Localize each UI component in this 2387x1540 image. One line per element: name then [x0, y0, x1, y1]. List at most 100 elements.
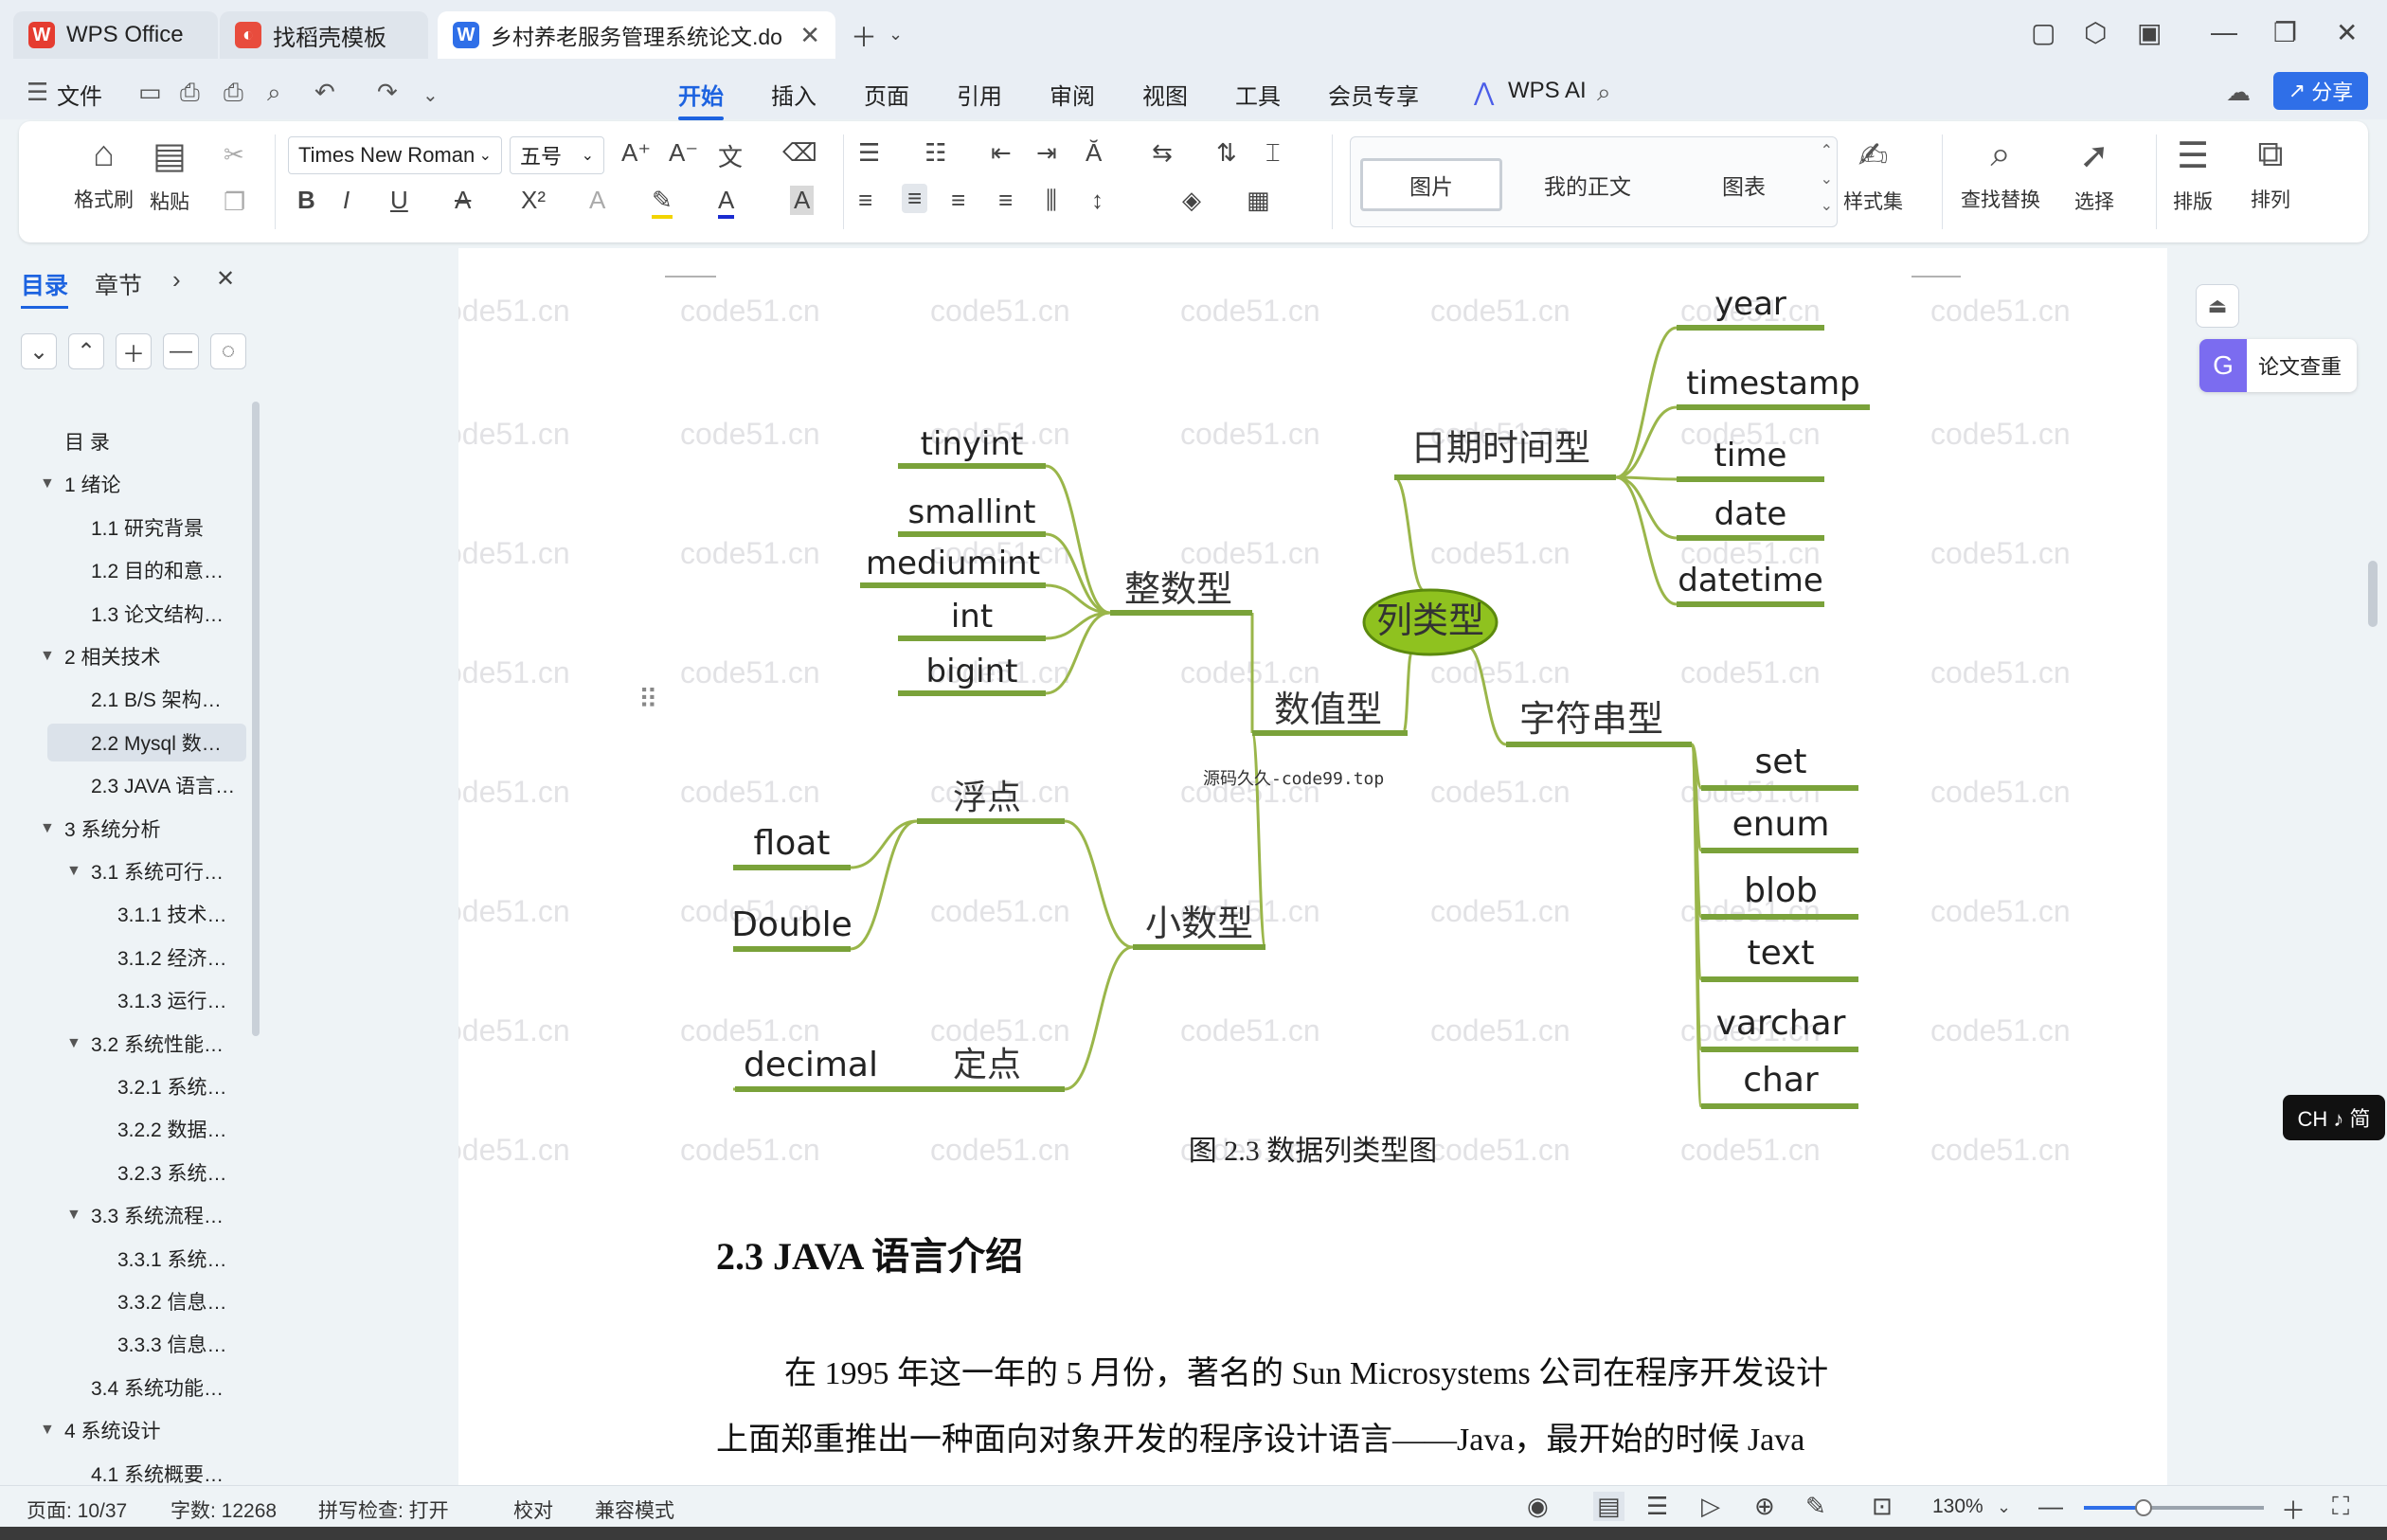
char-shading-icon[interactable]: A — [790, 186, 815, 215]
decrease-indent-icon[interactable]: ⇤ — [991, 138, 1012, 168]
italic-icon[interactable]: I — [343, 186, 350, 215]
save-icon[interactable]: ▭ — [138, 78, 162, 107]
zoom-level[interactable]: 130% — [1932, 1495, 1983, 1518]
menu-member[interactable]: 会员专享 — [1328, 78, 1419, 111]
toc-item[interactable]: 3.3 系统流程… — [91, 1196, 224, 1234]
expand-up-button[interactable]: ⌃ — [68, 333, 104, 369]
eraser-icon[interactable]: ⌫ — [782, 138, 817, 168]
expand-arrow-icon[interactable]: ▼ — [66, 1035, 81, 1052]
outline-view-icon[interactable]: ☰ — [1646, 1492, 1668, 1521]
find-replace-button[interactable]: ⌕ 查找替换 — [1961, 134, 2040, 213]
toc-item[interactable]: 3.2.1 系统… — [117, 1067, 227, 1105]
border-icon[interactable]: ▦ — [1247, 186, 1270, 215]
export-icon[interactable]: ⎙ — [180, 78, 200, 108]
fit-page-icon[interactable]: ⊡ — [1872, 1492, 1893, 1521]
numbered-list-icon[interactable]: ☷ — [924, 138, 946, 168]
toc-item[interactable]: 2.3 JAVA 语言… — [91, 766, 235, 804]
page-indicator[interactable]: 页面: 10/37 — [27, 1495, 127, 1524]
style-my-body[interactable]: 我的正文 — [1517, 158, 1659, 211]
expand-arrow-icon[interactable]: ▼ — [40, 648, 55, 665]
toc-item[interactable]: 1 绪论 — [64, 465, 121, 503]
grow-font-icon[interactable]: A⁺ — [621, 138, 651, 168]
toc-item[interactable]: 3.2 系统性能… — [91, 1025, 224, 1063]
copy-icon[interactable]: ❐ — [224, 188, 245, 217]
strikethrough-icon[interactable]: A — [455, 186, 471, 215]
toc-item[interactable]: 3.1.1 技术… — [117, 895, 227, 933]
spell-check[interactable]: 拼写检查: 打开 — [318, 1495, 449, 1524]
arrange-button[interactable]: ⧉ 排列 — [2251, 134, 2290, 213]
paper-check-button[interactable]: G 论文查重 — [2199, 339, 2357, 392]
tab-docer[interactable]: ◐ 找稻壳模板 — [220, 11, 428, 59]
zoom-slider[interactable] — [2084, 1499, 2264, 1516]
undo-icon[interactable]: ↶ — [314, 78, 335, 107]
bold-icon[interactable]: B — [297, 186, 315, 215]
toc-item[interactable]: 2.1 B/S 架构… — [91, 680, 222, 718]
scroll-down-icon[interactable]: ⌄ — [1821, 170, 1833, 188]
scrollbar[interactable] — [252, 402, 260, 1036]
menu-review[interactable]: 审阅 — [1050, 78, 1095, 111]
hamburger-icon[interactable]: ☰ — [27, 78, 48, 107]
proofread[interactable]: 校对 — [513, 1495, 553, 1524]
toc-item[interactable]: 3.2.2 数据… — [117, 1110, 227, 1148]
window-close-icon[interactable]: ✕ — [2336, 17, 2358, 48]
bullet-list-icon[interactable]: ☰ — [858, 138, 880, 168]
align-left-icon[interactable]: ≡ — [858, 186, 872, 215]
vertical-scrollbar[interactable] — [2364, 248, 2387, 1485]
phonetic-icon[interactable]: 文 — [718, 138, 743, 173]
toc-item[interactable]: 1.3 论文结构… — [91, 595, 224, 633]
window-layout-icon[interactable]: ▢ — [2031, 17, 2055, 48]
collapse-panel-button[interactable]: ⏏ — [2196, 284, 2239, 328]
search-icon[interactable]: ⌕ — [1597, 78, 1611, 108]
distribute-icon[interactable]: ⫼ — [1046, 186, 1057, 216]
print-preview-icon[interactable]: ⌕ — [267, 78, 281, 108]
maximize-icon[interactable]: ❐ — [2273, 17, 2297, 48]
eye-icon[interactable]: ◉ — [1527, 1492, 1549, 1521]
font-size-select[interactable]: 五号 ⌄ — [510, 136, 604, 174]
ime-indicator[interactable]: CH ♪ 简 — [2283, 1095, 2385, 1140]
menu-insert[interactable]: 插入 — [771, 78, 817, 111]
style-set-button[interactable]: ✍ 样式集 — [1843, 134, 1903, 215]
format-painter-button[interactable]: ⌂ 格式刷 — [74, 134, 134, 213]
pen-icon[interactable]: ✎ — [1805, 1492, 1826, 1521]
fullscreen-icon[interactable]: ⛶ — [2332, 1492, 2349, 1522]
drag-handle-icon[interactable]: ⠿ — [638, 684, 658, 715]
toc-item[interactable]: 3.3.2 信息… — [117, 1282, 227, 1320]
text-direction-icon[interactable]: Ă — [1086, 138, 1102, 168]
justify-icon[interactable]: ≡ — [998, 186, 1013, 215]
toc-item[interactable]: 目 录 — [64, 422, 110, 460]
expand-arrow-icon[interactable]: ▼ — [66, 863, 81, 880]
print-icon[interactable]: ⎙ — [224, 78, 243, 108]
scroll-up-icon[interactable]: ⌃ — [1821, 141, 1833, 160]
underline-icon[interactable]: U — [390, 186, 408, 215]
collapse-all-button[interactable]: ⌄ — [21, 333, 57, 369]
redo-icon[interactable]: ↷ — [377, 78, 398, 107]
toc-item[interactable]: 3.2.3 系统… — [117, 1154, 227, 1191]
select-button[interactable]: ➚ 选择 — [2074, 134, 2114, 215]
add-heading-button[interactable]: ＋ — [116, 333, 152, 369]
show-marks-icon[interactable]: ⌶ — [1265, 138, 1281, 169]
style-chart[interactable]: 图表 — [1673, 158, 1815, 211]
more-button[interactable]: ◌ — [210, 333, 246, 369]
menu-wps-ai[interactable]: WPS AI — [1508, 78, 1587, 104]
expand-arrow-icon[interactable]: ▼ — [66, 1207, 81, 1224]
zoom-in-icon[interactable]: ＋ — [2281, 1492, 2306, 1527]
toc-item[interactable]: 3.4 系统功能… — [91, 1369, 224, 1406]
menu-tools[interactable]: 工具 — [1235, 78, 1281, 111]
menu-references[interactable]: 引用 — [957, 78, 1002, 111]
font-name-select[interactable]: Times New Roman ⌄ — [288, 136, 502, 174]
avatar[interactable]: ▣ — [2137, 17, 2162, 48]
toc-item[interactable]: 3 系统分析 — [64, 810, 161, 848]
toc-item[interactable]: 4 系统设计 — [64, 1411, 161, 1449]
expand-arrow-icon[interactable]: ▼ — [40, 820, 55, 837]
remove-heading-button[interactable]: — — [163, 333, 199, 369]
style-picture[interactable]: 图片 — [1360, 158, 1502, 211]
cube-icon[interactable]: ⬡ — [2084, 17, 2107, 48]
tab-toc[interactable]: 目录 — [21, 267, 69, 309]
expand-arrow-icon[interactable]: ▼ — [40, 1422, 55, 1439]
chevron-down-icon[interactable]: ⌄ — [1997, 1497, 2011, 1517]
toc-item[interactable]: 2.2 Mysql 数… — [47, 723, 246, 761]
paste-button[interactable]: ▤ 粘贴 — [150, 134, 189, 215]
zoom-slider-knob[interactable] — [2134, 1499, 2152, 1516]
play-icon[interactable]: ▷ — [1701, 1492, 1720, 1521]
share-button[interactable]: ↗ 分享 — [2273, 72, 2368, 110]
